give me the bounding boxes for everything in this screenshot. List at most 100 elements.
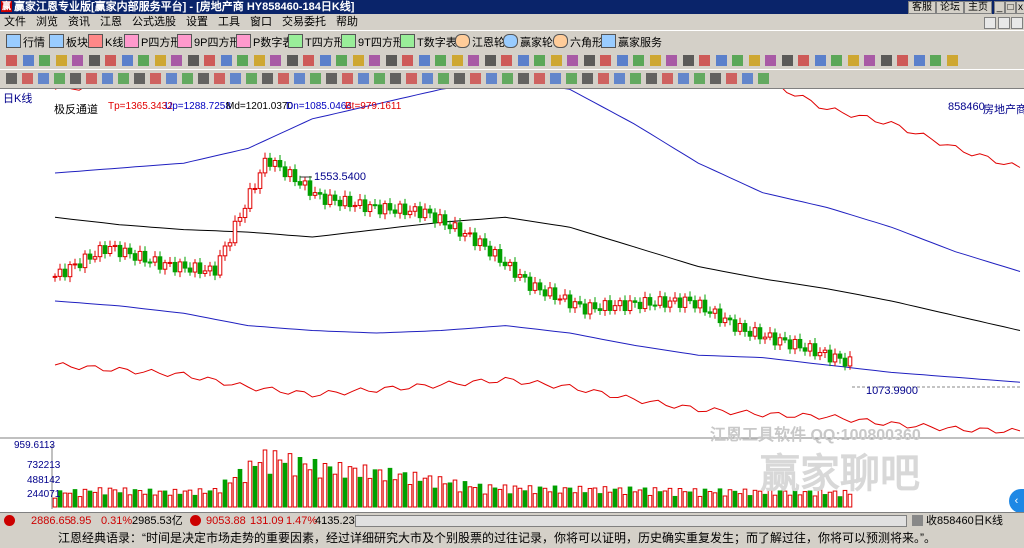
tool-icon-30[interactable] — [501, 55, 512, 66]
drawing-tool-icon-12[interactable] — [198, 73, 209, 84]
tool-icon-24[interactable] — [402, 55, 413, 66]
drawing-tool-icon-32[interactable] — [518, 73, 529, 84]
drawing-tool-icon-16[interactable] — [262, 73, 273, 84]
tool-icon-21[interactable] — [352, 55, 364, 66]
drawing-tool-icon-34[interactable] — [550, 73, 561, 84]
winner-wheel-button[interactable]: 赢家轮 — [503, 34, 553, 50]
tool-icon-56[interactable] — [930, 55, 941, 66]
drawing-tool-icon-43[interactable] — [694, 73, 705, 84]
drawing-tool-icon-30[interactable] — [486, 73, 497, 84]
tool-icon-51[interactable] — [847, 55, 859, 66]
tool-icon-38[interactable] — [633, 55, 644, 66]
drawing-tool-icon-24[interactable] — [390, 73, 401, 84]
menu-gann[interactable]: 江恩 — [95, 14, 127, 30]
tool-icon-27[interactable] — [451, 55, 463, 66]
tool-icon-2[interactable] — [39, 55, 50, 66]
tool-icon-26[interactable] — [435, 55, 446, 66]
tool-icon-7[interactable] — [121, 55, 133, 66]
tool-icon-46[interactable] — [765, 55, 776, 66]
drawing-tool-icon-31[interactable] — [502, 73, 513, 84]
menu-browse[interactable]: 浏览 — [31, 14, 63, 30]
minimize-button[interactable]: _ — [994, 1, 1005, 14]
drawing-tool-icon-14[interactable] — [230, 73, 241, 84]
tool-icon-52[interactable] — [864, 55, 875, 66]
drawing-tool-icon-13[interactable] — [214, 73, 225, 84]
drawing-tool-icon-35[interactable] — [566, 73, 577, 84]
drawing-tool-icon-33[interactable] — [534, 73, 545, 84]
tool-icon-48[interactable] — [798, 55, 809, 66]
tool-icon-9[interactable] — [154, 55, 166, 66]
tool-icon-34[interactable] — [567, 55, 578, 66]
tool-icon-22[interactable] — [369, 55, 380, 66]
drawing-tool-icon-15[interactable] — [246, 73, 257, 84]
tool-icon-20[interactable] — [336, 55, 347, 66]
p-square-button[interactable]: P四方形 — [124, 34, 181, 50]
drawing-tool-icon-41[interactable] — [662, 73, 673, 84]
drawing-tool-icon-10[interactable] — [166, 73, 177, 84]
quote-button[interactable]: 行情 — [6, 34, 45, 50]
drawing-tool-icon-44[interactable] — [710, 73, 721, 84]
tool-icon-14[interactable] — [237, 55, 248, 66]
menu-tools[interactable]: 工具 — [213, 14, 245, 30]
tool-icon-29[interactable] — [484, 55, 496, 66]
forum-button[interactable]: 论坛 — [936, 1, 964, 14]
drawing-tool-icon-0[interactable] — [6, 73, 17, 84]
tool-icon-15[interactable] — [253, 55, 265, 66]
chart-area[interactable]: 05-3006-1306-2907-1307-2708-1008-2409-07… — [0, 89, 1024, 513]
drawing-tool-icon-23[interactable] — [374, 73, 385, 84]
tool-icon-23[interactable] — [385, 55, 397, 66]
tool-icon-11[interactable] — [187, 55, 199, 66]
menu-trade[interactable]: 交易委托 — [277, 14, 331, 30]
drawing-tool-icon-2[interactable] — [38, 73, 49, 84]
t-square-button[interactable]: T四方形 — [288, 34, 345, 50]
menu-info[interactable]: 资讯 — [63, 14, 95, 30]
tool-icon-10[interactable] — [171, 55, 182, 66]
mdi-minimize-button[interactable] — [984, 17, 996, 29]
tool-icon-45[interactable] — [748, 55, 760, 66]
tool-icon-43[interactable] — [715, 55, 727, 66]
menu-window[interactable]: 窗口 — [245, 14, 277, 30]
drawing-tool-icon-20[interactable] — [326, 73, 337, 84]
drawing-tool-icon-27[interactable] — [438, 73, 449, 84]
tool-icon-55[interactable] — [913, 55, 925, 66]
tool-icon-0[interactable] — [6, 55, 17, 66]
drawing-tool-icon-5[interactable] — [86, 73, 97, 84]
tool-icon-53[interactable] — [880, 55, 892, 66]
drawing-tool-icon-21[interactable] — [342, 73, 353, 84]
tool-icon-3[interactable] — [55, 55, 67, 66]
tool-icon-8[interactable] — [138, 55, 149, 66]
tool-icon-5[interactable] — [88, 55, 100, 66]
9p-square-button[interactable]: 9P四方形 — [177, 34, 240, 50]
drawing-tool-icon-36[interactable] — [582, 73, 593, 84]
tool-icon-54[interactable] — [897, 55, 908, 66]
menu-formula[interactable]: 公式选股 — [127, 14, 181, 30]
tool-icon-50[interactable] — [831, 55, 842, 66]
drawing-tool-icon-17[interactable] — [278, 73, 289, 84]
drawing-tool-icon-19[interactable] — [310, 73, 321, 84]
drawing-tool-icon-22[interactable] — [358, 73, 369, 84]
drawing-tool-icon-40[interactable] — [646, 73, 657, 84]
drawing-tool-icon-42[interactable] — [678, 73, 689, 84]
tool-icon-25[interactable] — [418, 55, 430, 66]
t-number-table-button[interactable]: T数字表 — [400, 34, 457, 50]
tool-icon-39[interactable] — [649, 55, 661, 66]
tool-icon-35[interactable] — [583, 55, 595, 66]
tool-icon-1[interactable] — [22, 55, 34, 66]
drawing-tool-icon-4[interactable] — [70, 73, 81, 84]
tool-icon-32[interactable] — [534, 55, 545, 66]
tool-icon-18[interactable] — [303, 55, 314, 66]
tool-icon-49[interactable] — [814, 55, 826, 66]
homepage-button[interactable]: 主页 — [964, 1, 992, 14]
drawing-tool-icon-46[interactable] — [742, 73, 753, 84]
tool-icon-12[interactable] — [204, 55, 215, 66]
close-button[interactable]: x — [1016, 1, 1024, 14]
gann-wheel-button[interactable]: 江恩轮 — [455, 34, 505, 50]
drawing-tool-icon-39[interactable] — [630, 73, 641, 84]
drawing-tool-icon-3[interactable] — [54, 73, 65, 84]
tool-icon-6[interactable] — [105, 55, 116, 66]
drawing-tool-icon-18[interactable] — [294, 73, 305, 84]
drawing-tool-icon-45[interactable] — [726, 73, 737, 84]
mdi-close-button[interactable] — [1011, 17, 1023, 29]
drawing-tool-icon-8[interactable] — [134, 73, 145, 84]
drawing-tool-icon-25[interactable] — [406, 73, 417, 84]
